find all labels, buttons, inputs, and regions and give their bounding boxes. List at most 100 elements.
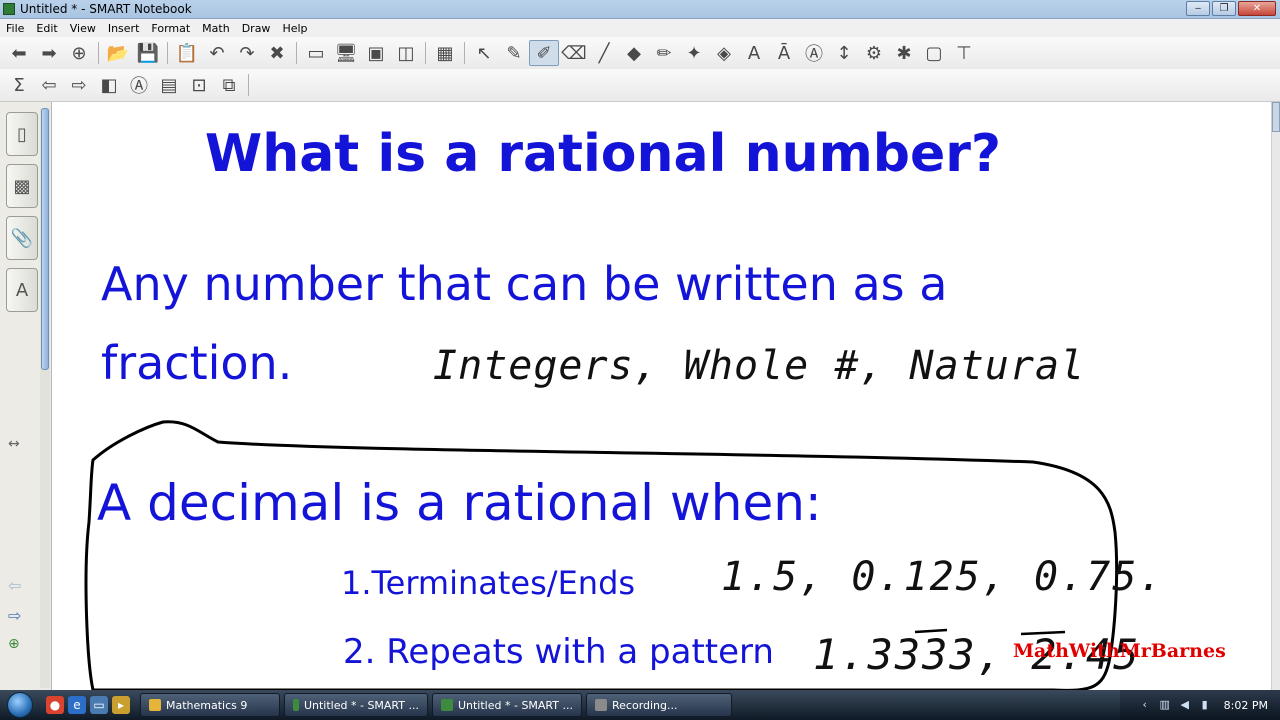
page-scroll-thumb[interactable] — [1272, 102, 1280, 132]
minimize-button[interactable]: ‒ — [1186, 1, 1210, 16]
add-page-side-icon[interactable]: ⊕ — [8, 636, 20, 652]
add-page-button[interactable]: ⊕ — [64, 40, 94, 66]
forward-arrow-button[interactable]: ➡ — [34, 40, 64, 66]
open-folder-button[interactable]: 📂 — [103, 40, 133, 66]
previous-page-button[interactable]: ⇦ — [34, 72, 64, 98]
maximize-button[interactable]: ❐ — [1212, 1, 1236, 16]
system-tray: ‹ ▥ ◀ ▮ 8:02 PM — [1120, 690, 1280, 720]
add-page-icon: ⊕ — [71, 42, 87, 64]
highlighter-button[interactable]: ✐ — [529, 40, 559, 66]
chrome-icon[interactable]: ● — [46, 696, 64, 714]
undo-button[interactable]: ↶ — [202, 40, 232, 66]
speaker-icon[interactable]: ◀ — [1178, 698, 1192, 712]
windows-start-orb-icon — [7, 692, 33, 718]
next-page-arrow-icon[interactable]: ⇨ — [8, 606, 21, 625]
repeats-item: 2. Repeats with a pattern — [343, 632, 774, 672]
taskbar-item-label: Recording... — [612, 698, 678, 712]
delete-button[interactable]: ✖ — [262, 40, 292, 66]
clock[interactable]: 8:02 PM — [1224, 699, 1268, 712]
text-button[interactable]: A — [739, 40, 769, 66]
windows-explorer-icon[interactable]: ▸ — [112, 696, 130, 714]
forward-arrow-icon: ➡ — [41, 42, 57, 64]
notebook-app-icon — [293, 699, 299, 711]
highlighter-icon: ✐ — [536, 42, 552, 64]
notebook-page[interactable]: What is a rational number? Any number th… — [53, 102, 1271, 690]
resize-handle-icon[interactable]: ↔ — [8, 436, 20, 452]
properties-tab[interactable]: A — [6, 268, 38, 312]
page-vertical-scrollbar[interactable] — [1271, 102, 1280, 690]
menu-math[interactable]: Math — [196, 22, 236, 35]
magic-pen-icon: ✦ — [686, 42, 702, 64]
properties-button[interactable]: ⚙ — [859, 40, 889, 66]
magic-pen-button[interactable]: ✦ — [679, 40, 709, 66]
screen-capture-button[interactable]: ▢ — [919, 40, 949, 66]
eraser-small-button[interactable]: ◧ — [94, 72, 124, 98]
shape-recognition-button[interactable]: Ⓐ — [799, 40, 829, 66]
pen-button[interactable]: ✎ — [499, 40, 529, 66]
attachments-tab[interactable]: 📎 — [6, 216, 38, 260]
menu-draw[interactable]: Draw — [236, 22, 277, 35]
menu-insert[interactable]: Insert — [102, 22, 146, 35]
close-button[interactable]: ✕ — [1238, 1, 1276, 16]
page-sorter-tab[interactable]: ▯ — [6, 112, 38, 156]
paste-button[interactable]: 📋 — [172, 40, 202, 66]
select-arrow-button[interactable]: ↖ — [469, 40, 499, 66]
fill-button[interactable]: ◈ — [709, 40, 739, 66]
settings-button[interactable]: ✱ — [889, 40, 919, 66]
menu-format[interactable]: Format — [145, 22, 196, 35]
creative-pen-button[interactable]: ✏ — [649, 40, 679, 66]
screen-capture-icon: ▢ — [925, 42, 943, 64]
start-button[interactable] — [0, 690, 40, 720]
toolbar-separator — [425, 42, 426, 64]
tray-expand-icon[interactable]: ‹ — [1138, 698, 1152, 712]
measurement-tools-button[interactable]: ⊤ — [949, 40, 979, 66]
transparent-background-button[interactable]: ▣ — [361, 40, 391, 66]
dual-page-icon: ◫ — [397, 42, 415, 64]
menu-view[interactable]: View — [64, 22, 102, 35]
table-format-icon: ▤ — [160, 74, 178, 96]
windows-taskbar: ● e ▭ ▸ Mathematics 9 Untitled * - SMART… — [0, 690, 1280, 720]
table-button[interactable]: ▦ — [430, 40, 460, 66]
side-panel-scroll-thumb[interactable] — [41, 108, 49, 370]
taskbar-item-recording[interactable]: Recording... — [586, 693, 732, 717]
graph-button[interactable]: ⊡ — [184, 72, 214, 98]
menu-file[interactable]: File — [0, 22, 30, 35]
line-icon: ╱ — [598, 42, 610, 64]
full-screen-button[interactable]: 🖥 — [331, 40, 361, 66]
redo-button[interactable]: ↷ — [232, 40, 262, 66]
recorder-icon — [595, 699, 607, 711]
side-panel-scrollbar[interactable] — [40, 108, 50, 688]
handwriting-recognition-button[interactable]: Ⓐ — [124, 72, 154, 98]
back-arrow-button[interactable]: ⬅ — [4, 40, 34, 66]
previous-page-arrow-icon[interactable]: ⇦ — [8, 576, 21, 595]
table-format-button[interactable]: ▤ — [154, 72, 184, 98]
move-toolbar-button[interactable]: ↕ — [829, 40, 859, 66]
taskbar-item-notebook-1[interactable]: Untitled * - SMART ... — [284, 693, 428, 717]
handwriting-recognition-icon: Ⓐ — [130, 76, 148, 97]
quick-launch: ● e ▭ ▸ — [40, 696, 136, 714]
line-button[interactable]: ╱ — [589, 40, 619, 66]
gallery-tab[interactable]: ▩ — [6, 164, 38, 208]
taskbar-item-notebook-2[interactable]: Untitled * - SMART ... — [432, 693, 582, 717]
menu-edit[interactable]: Edit — [30, 22, 63, 35]
show-desktop-icon[interactable]: ▭ — [90, 696, 108, 714]
menu-help[interactable]: Help — [276, 22, 313, 35]
page-icon: ▯ — [17, 123, 27, 145]
sum-button[interactable]: Σ — [4, 72, 34, 98]
insert-object-button[interactable]: ⧉ — [214, 72, 244, 98]
screen-shade-button[interactable]: ▭ — [301, 40, 331, 66]
creative-pen-icon: ✏ — [656, 42, 672, 64]
decimal-rational-heading: A decimal is a rational when: — [97, 474, 822, 532]
eraser-button[interactable]: ⌫ — [559, 40, 589, 66]
screen-shade-icon: ▭ — [307, 42, 325, 64]
power-icon[interactable]: ▮ — [1198, 698, 1212, 712]
eraser-small-icon: ◧ — [100, 74, 118, 96]
taskbar-item-mathematics[interactable]: Mathematics 9 — [140, 693, 280, 717]
internet-explorer-icon[interactable]: e — [68, 696, 86, 714]
network-icon[interactable]: ▥ — [1158, 698, 1172, 712]
dual-page-button[interactable]: ◫ — [391, 40, 421, 66]
shapes-button[interactable]: ◆ — [619, 40, 649, 66]
save-button[interactable]: 💾 — [133, 40, 163, 66]
text-style-button[interactable]: Ā — [769, 40, 799, 66]
next-page-button[interactable]: ⇨ — [64, 72, 94, 98]
